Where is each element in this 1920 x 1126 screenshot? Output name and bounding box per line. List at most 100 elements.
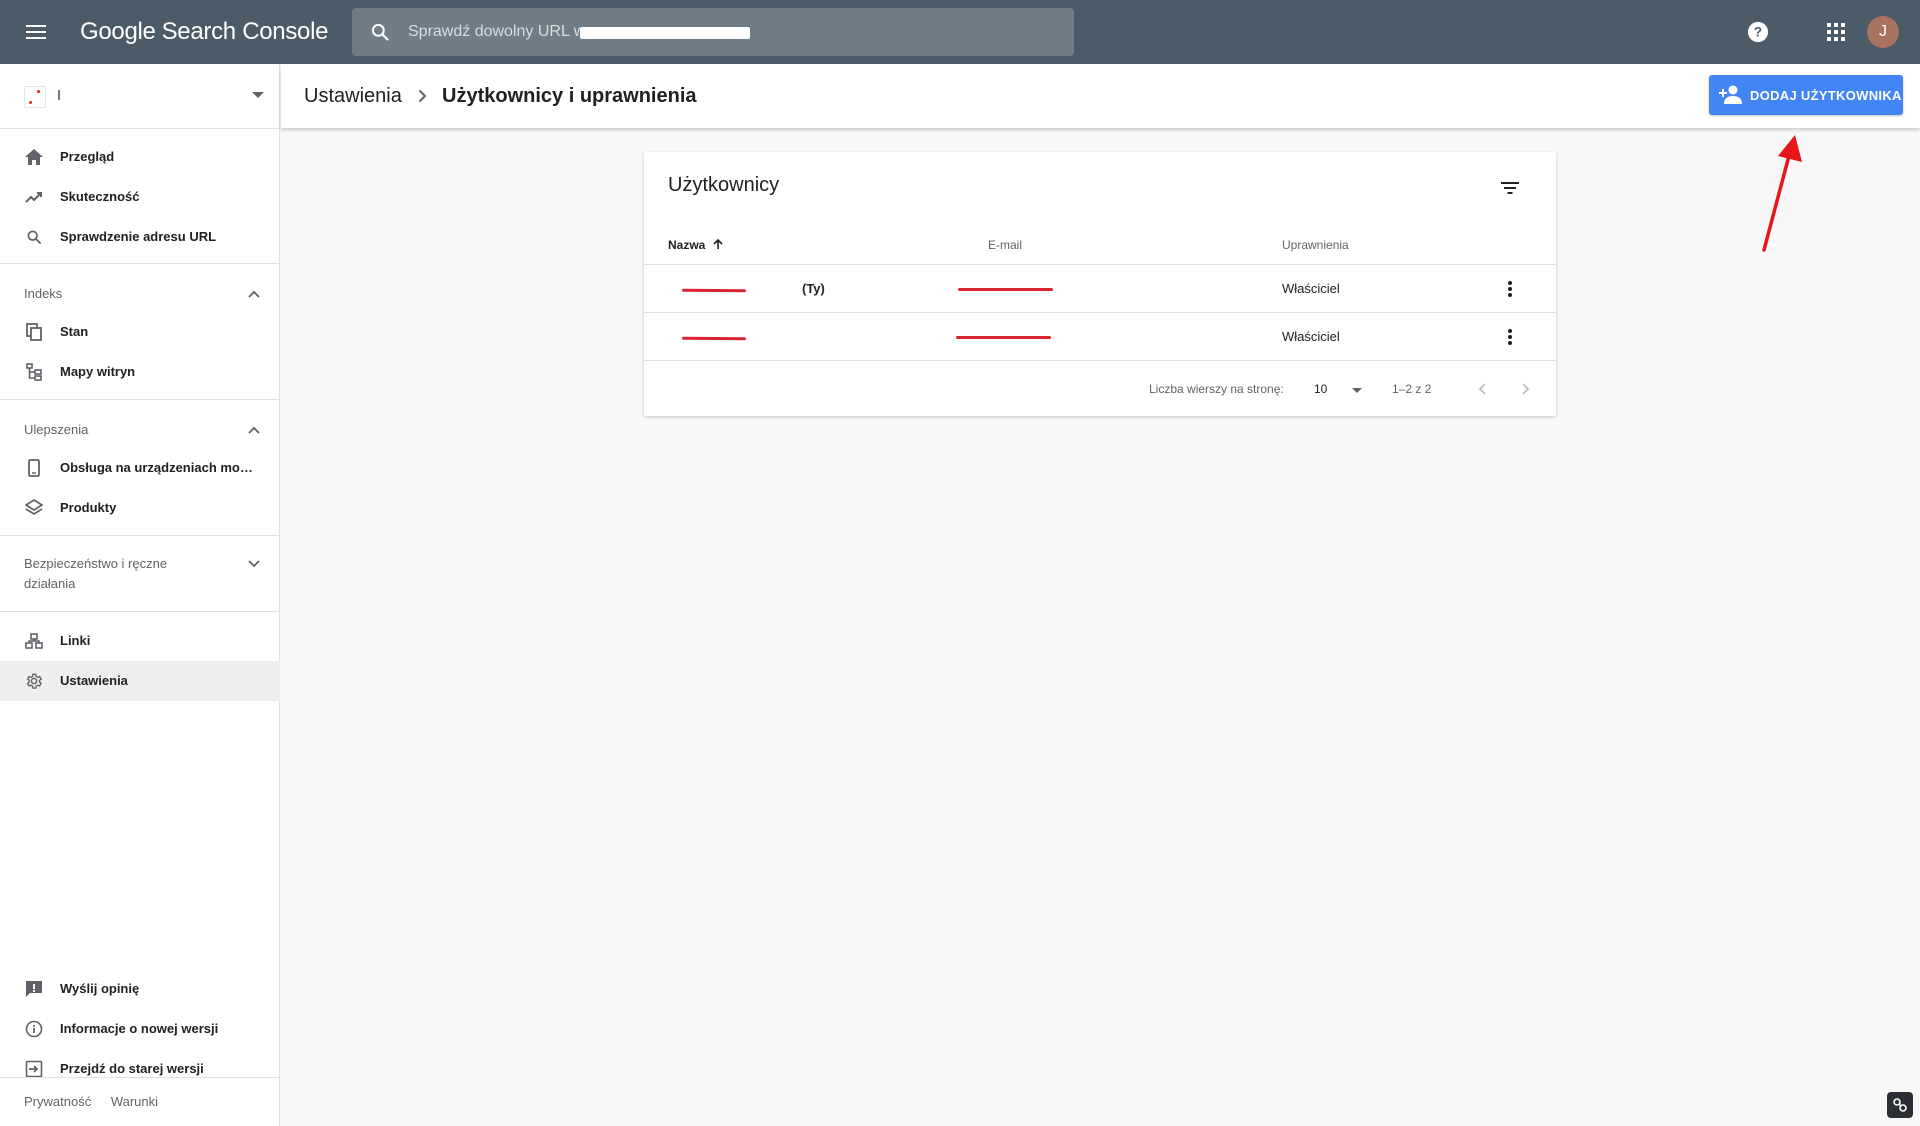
redacted-email xyxy=(958,281,1068,297)
page-header: Ustawienia Użytkownicy i uprawnienia DOD… xyxy=(281,64,1920,128)
avatar[interactable]: J xyxy=(1867,16,1899,48)
section-title: Indeks xyxy=(24,286,63,301)
sidebar-item-settings[interactable]: Ustawienia xyxy=(0,661,280,701)
link-widget-icon[interactable] xyxy=(1887,1092,1913,1118)
search-icon xyxy=(352,8,408,56)
chevron-down-icon xyxy=(1352,388,1362,393)
sidebar-item-label: Linki xyxy=(60,633,91,648)
rows-per-page-label: Liczba wierszy na stronę: xyxy=(1149,382,1284,396)
users-card: Użytkownicy Nazwa E-mail Uprawnienia (Ty… xyxy=(644,152,1556,416)
sidebar-section-security[interactable]: Bezpieczeństwo i ręczne działania xyxy=(0,546,280,602)
person-add-icon xyxy=(1719,84,1743,106)
links-icon xyxy=(24,631,44,651)
privacy-link[interactable]: Prywatność xyxy=(24,1094,91,1109)
help-icon[interactable]: ? xyxy=(1742,16,1774,48)
redacted-name xyxy=(668,333,798,343)
divider xyxy=(0,263,280,264)
column-header-name[interactable]: Nazwa xyxy=(668,238,705,252)
chevron-right-icon xyxy=(412,86,432,106)
section-title-line-1: Bezpieczeństwo i ręczne xyxy=(24,556,168,571)
sidebar-item-send-feedback[interactable]: Wyślij opinię xyxy=(0,969,280,1009)
section-title-line-2: działania xyxy=(24,576,76,591)
sidebar-item-old-version[interactable]: Przejdź do starej wersji xyxy=(0,1049,280,1089)
sidebar-item-products[interactable]: Produkty xyxy=(0,488,280,528)
url-inspection-search[interactable] xyxy=(352,8,1074,56)
search-icon xyxy=(24,227,44,247)
divider xyxy=(0,1077,280,1078)
sidebar-section-index[interactable]: Indeks xyxy=(0,274,280,314)
sidebar-section-enhancements[interactable]: Ulepszenia xyxy=(0,410,280,450)
property-favicon xyxy=(24,86,46,108)
add-user-button[interactable]: DODAJ UŻYTKOWNIKA xyxy=(1709,75,1903,115)
layers-icon xyxy=(24,498,44,518)
feedback-icon xyxy=(24,979,44,999)
sidebar-item-whats-new[interactable]: Informacje o nowej wersji xyxy=(0,1009,280,1049)
page-title: Użytkownicy i uprawnienia xyxy=(442,85,697,107)
sidebar-item-label: Sprawdzenie adresu URL xyxy=(60,229,217,244)
footer-links: Prywatność Warunki xyxy=(24,1094,174,1109)
arrow-up-icon[interactable] xyxy=(710,236,726,252)
user-name: (Ty) xyxy=(668,281,825,296)
chevron-down-icon xyxy=(252,92,264,98)
user-name xyxy=(668,329,802,344)
property-selector[interactable] xyxy=(0,64,280,128)
terms-link[interactable]: Warunki xyxy=(111,1094,158,1109)
table-row[interactable]: Właściciel xyxy=(644,312,1556,360)
sidebar-item-mobile-usability[interactable]: Obsługa na urządzeniach mobil… xyxy=(0,448,280,488)
redacted-property-name xyxy=(58,90,194,100)
more-vert-icon[interactable] xyxy=(1494,321,1526,353)
sidebar: Przegląd Skuteczność Sprawdzenie adresu … xyxy=(0,64,280,1126)
annotation-arrow-icon xyxy=(1762,135,1802,252)
redacted-email xyxy=(956,329,1066,345)
sidebar-item-label: Informacje o nowej wersji xyxy=(60,1021,219,1036)
sidebar-item-label: Stan xyxy=(60,324,89,339)
sidebar-item-label: Ustawienia xyxy=(60,673,128,688)
sidebar-item-overview[interactable]: Przegląd xyxy=(0,137,280,177)
sidebar-item-label: Produkty xyxy=(60,500,117,515)
sidebar-item-performance[interactable]: Skuteczność xyxy=(0,177,280,217)
card-title: Użytkownicy xyxy=(668,174,780,196)
home-icon xyxy=(24,147,44,167)
product-logo[interactable]: Google Search Console xyxy=(80,16,328,48)
table-row[interactable]: (Ty) Właściciel xyxy=(644,264,1556,312)
smartphone-icon xyxy=(24,458,44,478)
page-range: 1–2 z 2 xyxy=(1392,382,1432,396)
sidebar-item-label: Przejdź do starej wersji xyxy=(60,1061,204,1076)
sidebar-item-label: Skuteczność xyxy=(60,189,140,204)
top-app-bar: Google Search Console ? J xyxy=(0,0,1920,64)
sidebar-item-label: Mapy witryn xyxy=(60,364,136,379)
sidebar-item-sitemaps[interactable]: Mapy witryn xyxy=(0,352,280,392)
redacted-url xyxy=(580,27,750,39)
svg-text:?: ? xyxy=(1754,25,1762,40)
divider xyxy=(0,535,280,536)
next-page-button[interactable] xyxy=(1514,377,1538,401)
permission-value: Właściciel xyxy=(1282,329,1340,344)
sidebar-item-label: Obsługa na urządzeniach mobil… xyxy=(60,460,260,475)
you-marker: (Ty) xyxy=(802,281,825,296)
info-icon xyxy=(24,1019,44,1039)
column-header-email: E-mail xyxy=(988,238,1023,252)
divider xyxy=(0,611,280,612)
gear-icon xyxy=(24,671,44,691)
sitemap-icon xyxy=(24,362,44,382)
chevron-up-icon xyxy=(244,420,264,440)
rows-per-page-select[interactable]: 10 xyxy=(1314,379,1366,399)
menu-icon[interactable] xyxy=(20,16,52,48)
sidebar-item-label: Wyślij opinię xyxy=(60,981,140,996)
permission-value: Właściciel xyxy=(1282,281,1340,296)
more-vert-icon[interactable] xyxy=(1494,273,1526,305)
logo-google-text: Google xyxy=(80,18,156,45)
sidebar-item-coverage[interactable]: Stan xyxy=(0,312,280,352)
apps-grid-icon[interactable] xyxy=(1820,16,1852,48)
copy-pages-icon xyxy=(24,322,44,342)
sidebar-item-label: Przegląd xyxy=(60,149,115,164)
trending-up-icon xyxy=(24,187,44,207)
column-header-permission: Uprawnienia xyxy=(1282,238,1349,252)
sidebar-item-links[interactable]: Linki xyxy=(0,621,280,661)
previous-page-button[interactable] xyxy=(1470,377,1494,401)
divider xyxy=(0,399,280,400)
sidebar-item-url-inspection[interactable]: Sprawdzenie adresu URL xyxy=(0,217,280,257)
redacted-name xyxy=(668,285,798,295)
filter-icon[interactable] xyxy=(1494,172,1526,204)
breadcrumb-settings[interactable]: Ustawienia xyxy=(304,85,402,108)
